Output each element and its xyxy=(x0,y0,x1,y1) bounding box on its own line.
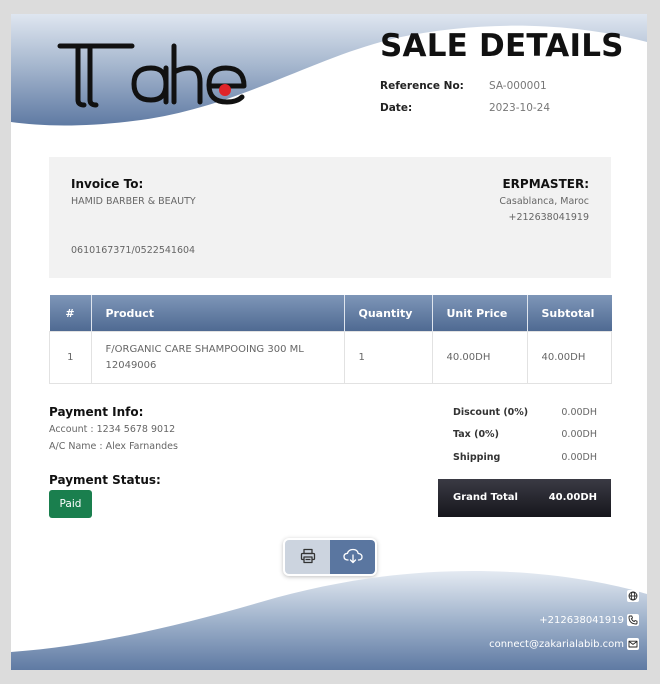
grand-total-value: 40.00DH xyxy=(548,492,597,503)
payment-info-title: Payment Info: xyxy=(49,405,144,419)
invoice-to-label: Invoice To: xyxy=(71,177,144,191)
product-code: 12049006 xyxy=(105,359,157,371)
tax-value: 0.00DH xyxy=(561,429,597,440)
brand-logo xyxy=(56,42,251,112)
paid-status-badge[interactable]: Paid xyxy=(49,490,92,518)
grand-total-label: Grand Total xyxy=(453,492,518,503)
column-header-product: Product xyxy=(91,295,345,332)
company-name: ERPMASTER: xyxy=(502,177,589,191)
company-phone: +212638041919 xyxy=(508,212,590,223)
footer-website xyxy=(627,590,639,602)
column-header-quantity: Quantity xyxy=(344,295,433,332)
date-value: 2023-10-24 xyxy=(489,102,551,114)
discount-label: Discount (0%) xyxy=(453,407,529,418)
table-header-row: # Product Quantity Unit Price Subtotal xyxy=(49,295,612,332)
company-city: Casablanca, Maroc xyxy=(499,196,589,207)
row-subtotal: 40.00DH xyxy=(526,331,612,384)
download-button[interactable] xyxy=(330,540,375,574)
printer-icon xyxy=(300,548,316,567)
discount-value: 0.00DH xyxy=(561,407,597,418)
row-product: F/ORGANIC CARE SHAMPOOING 300 ML 1204900… xyxy=(90,331,345,384)
phone-icon xyxy=(627,614,639,626)
billing-info-box: Invoice To: HAMID BARBER & BEAUTY 061016… xyxy=(49,157,611,278)
shipping-label: Shipping xyxy=(453,452,501,463)
table-row: 1 F/ORGANIC CARE SHAMPOOING 300 ML 12049… xyxy=(49,331,612,384)
cloud-download-icon xyxy=(342,548,363,567)
date-label: Date: xyxy=(380,102,413,114)
payment-account-name: A/C Name : Alex Farnandes xyxy=(49,441,178,452)
grand-total-row: Grand Total 40.00DH xyxy=(438,479,611,517)
column-header-subtotal: Subtotal xyxy=(527,295,612,332)
reference-label: Reference No: xyxy=(380,80,464,92)
footer-phone-row: +212638041919 xyxy=(539,614,639,626)
print-button[interactable] xyxy=(285,540,330,574)
product-name: F/ORGANIC CARE SHAMPOOING 300 ML xyxy=(105,343,304,355)
items-table: # Product Quantity Unit Price Subtotal 1… xyxy=(49,295,612,384)
reference-value: SA-000001 xyxy=(489,80,547,92)
row-quantity: 1 xyxy=(343,331,433,384)
page-title: SALE DETAILS xyxy=(380,28,624,64)
footer-phone[interactable]: +212638041919 xyxy=(539,615,624,626)
invoice-page: SALE DETAILS Reference No: SA-000001 Dat… xyxy=(11,14,647,670)
row-unit-price: 40.00DH xyxy=(431,331,528,384)
payment-account: Account : 1234 5678 9012 xyxy=(49,424,176,435)
column-header-unit-price: Unit Price xyxy=(432,295,528,332)
customer-name: HAMID BARBER & BEAUTY xyxy=(71,196,196,207)
customer-phone: 0610167371/0522541604 xyxy=(71,245,196,256)
footer-email[interactable]: connect@zakarialabib.com xyxy=(489,639,624,650)
shipping-value: 0.00DH xyxy=(561,452,597,463)
globe-icon[interactable] xyxy=(627,590,639,602)
tax-label: Tax (0%) xyxy=(453,429,499,440)
mail-icon xyxy=(627,638,639,650)
row-index: 1 xyxy=(49,331,92,384)
payment-status-title: Payment Status: xyxy=(49,473,161,487)
footer-email-row: connect@zakarialabib.com xyxy=(489,638,639,650)
column-header-index: # xyxy=(49,295,92,332)
